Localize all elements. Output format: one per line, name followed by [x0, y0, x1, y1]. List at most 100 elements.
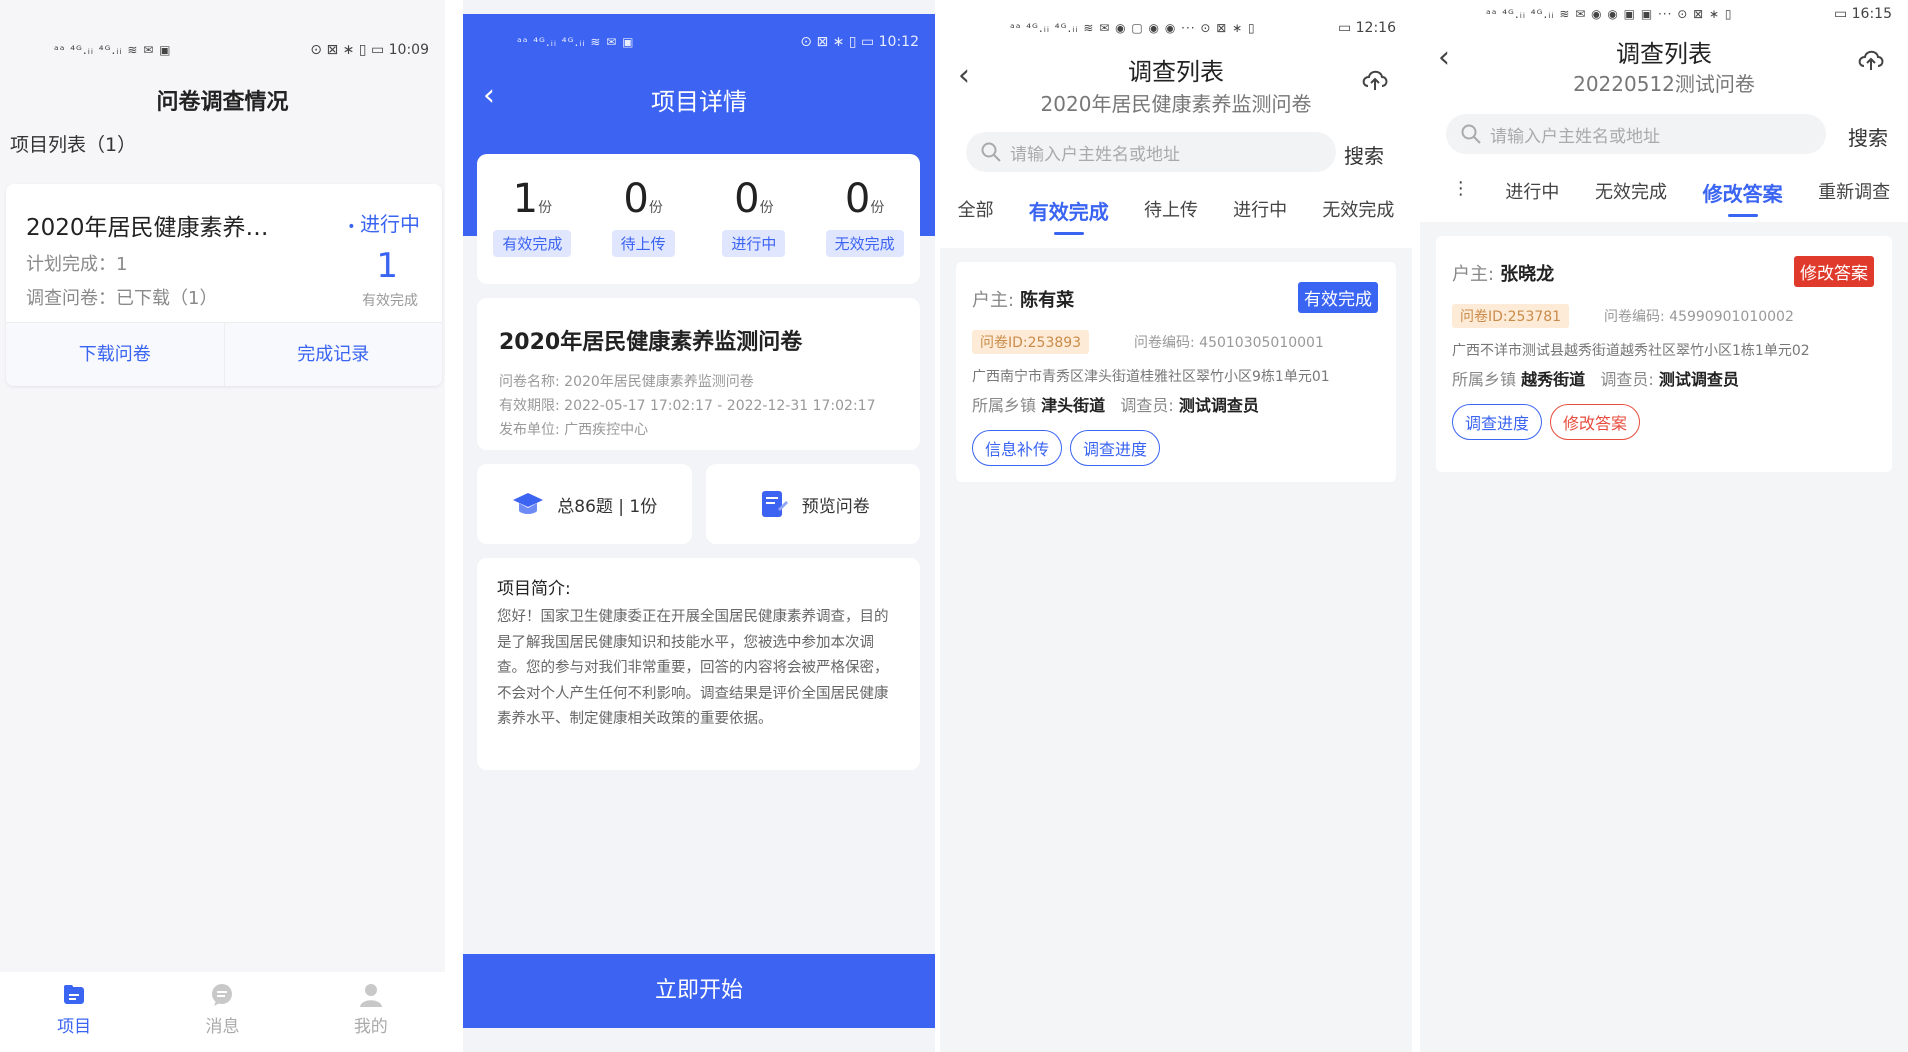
validity-period: 有效期限: 2022-05-17 17:02:17 - 2022-12-31 1…	[499, 398, 876, 414]
stat-label: 有效完成	[493, 230, 572, 257]
total-questions-label: 总86题 | 1份	[557, 496, 658, 517]
survey-record-card[interactable]: 户主: 陈有菜 有效完成 问卷ID:253893 问卷编码: 4501030501…	[956, 262, 1396, 482]
cloud-upload-icon[interactable]	[1856, 44, 1886, 74]
address: 广西不详市测试县越秀街道越秀社区翠竹小区1栋1单元02	[1452, 343, 1810, 359]
stat-unit: 份	[538, 200, 553, 216]
page-title: 调查列表	[1616, 40, 1712, 68]
surveyor-name: 测试调查员	[1178, 396, 1259, 415]
owner-label: 户主:	[1452, 264, 1495, 285]
screen-project-detail: ᵃᵃ ⁴ᴳ.ᵢᵢ ⁴ᴳ.ᵢᵢ ≋ ✉ ▣ ⊙ ⊠ ∗ ▯ ▭ 10:12 ‹ 项…	[463, 0, 935, 1052]
stat-invalid[interactable]: 0份 无效完成	[809, 154, 920, 284]
download-questionnaire-button[interactable]: 下载问卷	[6, 323, 224, 386]
tab-in-progress[interactable]: 进行中	[1233, 196, 1287, 225]
town-label: 所属乡镇	[972, 396, 1037, 415]
questionnaire-id: 问卷ID:253781	[1452, 304, 1570, 328]
filter-tabs: 全部 有效完成 待上传 进行中 无效完成	[940, 196, 1412, 235]
valid-complete-label: 有效完成	[362, 293, 418, 309]
action-cards: 总86题 | 1份 预览问卷	[477, 464, 920, 544]
project-icon	[64, 985, 85, 1004]
status-time: ⊙ ⊠ ∗ ▯ ▭ 10:09	[310, 42, 429, 58]
tab-message[interactable]: 消息	[148, 972, 296, 1052]
status-bar: ᵃᵃ ⁴ᴳ.ᵢᵢ ⁴ᴳ.ᵢᵢ ≋ ✉ ▣ ⊙ ⊠ ∗ ▯ ▭ 10:09	[0, 36, 445, 64]
tab-resurvey[interactable]: 重新调查	[1818, 178, 1890, 207]
search-button[interactable]: 搜索	[1848, 122, 1888, 151]
search-input[interactable]: 请输入户主姓名或地址	[966, 132, 1336, 172]
card-actions: 下载问卷 完成记录	[6, 322, 442, 386]
search-button[interactable]: 搜索	[1344, 140, 1384, 169]
project-name: 2020年居民健康素养…	[26, 215, 269, 241]
questionnaire-code: 问卷编码: 45010305010001	[1134, 335, 1324, 351]
plan-count: 计划完成：1	[26, 254, 128, 275]
status-signal-icons: ᵃᵃ ⁴ᴳ.ᵢᵢ ⁴ᴳ.ᵢᵢ ≋ ✉ ◉ ▢ ◉ ◉ ··· ⊙ ⊠ ∗ ▯	[1010, 21, 1256, 35]
project-list-header: 项目列表（1）	[10, 134, 137, 156]
town-name: 越秀街道	[1521, 370, 1586, 389]
status-time: ▭ 16:15	[1833, 6, 1892, 22]
modify-answer-button[interactable]: 修改答案	[1550, 404, 1641, 440]
status-bar: ᵃᵃ ⁴ᴳ.ᵢᵢ ⁴ᴳ.ᵢᵢ ≋ ✉ ◉ ▢ ◉ ◉ ··· ⊙ ⊠ ∗ ▯ ▭…	[940, 14, 1412, 42]
intro-text: 您好！国家卫生健康委正在开展全国居民健康素养调查，目的是了解我国居民健康知识和技…	[497, 609, 889, 727]
start-now-button[interactable]: 立即开始	[463, 954, 935, 1028]
questionnaire-name: 问卷名称: 2020年居民健康素养监测问卷	[499, 374, 754, 390]
completion-records-button[interactable]: 完成记录	[223, 323, 443, 386]
tab-mine[interactable]: 我的	[297, 972, 445, 1052]
town-and-surveyor: 所属乡镇 越秀街道 调查员: 测试调查员	[1452, 366, 1739, 390]
page-title: 调查列表	[1128, 58, 1224, 86]
status-bar: ᵃᵃ ⁴ᴳ.ᵢᵢ ⁴ᴳ.ᵢᵢ ≋ ✉ ◉ ◉ ▣ ▣ ··· ⊙ ⊠ ∗ ▯ ▭…	[1420, 0, 1908, 28]
tab-project-label: 项目	[57, 1017, 92, 1037]
survey-progress-button[interactable]: 调查进度	[1452, 404, 1543, 440]
project-card[interactable]: 2020年居民健康素养… 进行中 计划完成：1 调查问卷：已下载（1） 1 有效…	[6, 184, 442, 386]
preview-questionnaire-button[interactable]: 预览问卷	[705, 464, 920, 544]
tab-in-progress[interactable]: 进行中	[1505, 178, 1559, 207]
tab-project[interactable]: 项目	[0, 972, 148, 1052]
status-signal-icons: ᵃᵃ ⁴ᴳ.ᵢᵢ ⁴ᴳ.ᵢᵢ ≋ ✉ ▣	[517, 35, 635, 49]
town-label: 所属乡镇	[1452, 370, 1517, 389]
questionnaire-id: 问卷ID:253893	[972, 330, 1090, 354]
stat-number: 0	[623, 176, 649, 222]
stat-label: 无效完成	[825, 230, 904, 257]
tab-invalid[interactable]: 无效完成	[1595, 178, 1667, 207]
tab-overflow[interactable]: ⋮	[1452, 178, 1470, 207]
status-time: ⊙ ⊠ ∗ ▯ ▭ 10:12	[800, 34, 919, 50]
search-input[interactable]: 请输入户主姓名或地址	[1446, 114, 1826, 154]
status-badge: 进行中	[347, 208, 420, 237]
stat-pending-upload[interactable]: 0份 待上传	[588, 154, 699, 284]
address: 广西南宁市青秀区津头街道桂雅社区翠竹小区9栋1单元01	[972, 369, 1330, 385]
owner-label: 户主:	[972, 290, 1015, 311]
survey-progress-button[interactable]: 调查进度	[1070, 430, 1161, 466]
filter-tabs: ⋮ 进行中 无效完成 修改答案 重新调查	[1420, 178, 1908, 217]
tab-pending-upload[interactable]: 待上传	[1144, 196, 1198, 225]
tab-modify-answer[interactable]: 修改答案	[1703, 178, 1783, 217]
page-subtitle: 2020年居民健康素养监测问卷	[1040, 92, 1312, 116]
stat-valid[interactable]: 1份 有效完成	[477, 154, 588, 284]
questionnaire-info-card: 2020年居民健康素养监测问卷 问卷名称: 2020年居民健康素养监测问卷 有效…	[477, 298, 920, 450]
survey-record-card[interactable]: 户主: 张晓龙 修改答案 问卷ID:253781 问卷编码: 4599090101…	[1436, 236, 1892, 472]
stat-number: 0	[734, 176, 760, 222]
preview-label: 预览问卷	[801, 496, 870, 517]
graduation-cap-icon	[513, 493, 544, 514]
stat-unit: 份	[648, 200, 663, 216]
valid-complete-count: 1	[376, 246, 398, 286]
town-name: 津头街道	[1041, 396, 1106, 415]
stats-card: 1份 有效完成 0份 待上传 0份 进行中 0份 无效完成	[477, 154, 920, 284]
owner-name: 陈有菜	[1020, 290, 1075, 311]
questionnaire-title: 2020年居民健康素养监测问卷	[499, 330, 803, 355]
page-subtitle: 20220512测试问卷	[1573, 72, 1755, 96]
surveyor-name: 测试调查员	[1658, 370, 1739, 389]
user-icon	[359, 984, 382, 1007]
screen-survey-list-modify: ᵃᵃ ⁴ᴳ.ᵢᵢ ⁴ᴳ.ᵢᵢ ≋ ✉ ◉ ◉ ▣ ▣ ··· ⊙ ⊠ ∗ ▯ ▭…	[1420, 0, 1908, 1052]
info-reupload-button[interactable]: 信息补传	[972, 430, 1063, 466]
record-actions: 调查进度 修改答案	[1452, 404, 1641, 440]
page-title: 问卷调查情况	[156, 90, 289, 115]
household-owner: 户主: 张晓龙	[1452, 260, 1554, 286]
cloud-upload-icon[interactable]	[1360, 64, 1390, 94]
tab-invalid[interactable]: 无效完成	[1322, 196, 1394, 225]
stat-number: 1	[512, 176, 539, 222]
tab-mine-label: 我的	[353, 1017, 388, 1037]
tab-all[interactable]: 全部	[958, 196, 994, 225]
project-intro-card: 项目简介: 您好！国家卫生健康委正在开展全国居民健康素养调查，目的是了解我国居民…	[477, 558, 920, 770]
screen-project-overview: ᵃᵃ ⁴ᴳ.ᵢᵢ ⁴ᴳ.ᵢᵢ ≋ ✉ ▣ ⊙ ⊠ ∗ ▯ ▭ 10:09 问卷调…	[0, 0, 445, 1052]
search-placeholder: 请输入户主姓名或地址	[1010, 144, 1180, 165]
record-actions: 信息补传 调查进度	[972, 430, 1161, 466]
tab-valid-complete[interactable]: 有效完成	[1029, 196, 1109, 235]
stat-in-progress[interactable]: 0份 进行中	[699, 154, 810, 284]
